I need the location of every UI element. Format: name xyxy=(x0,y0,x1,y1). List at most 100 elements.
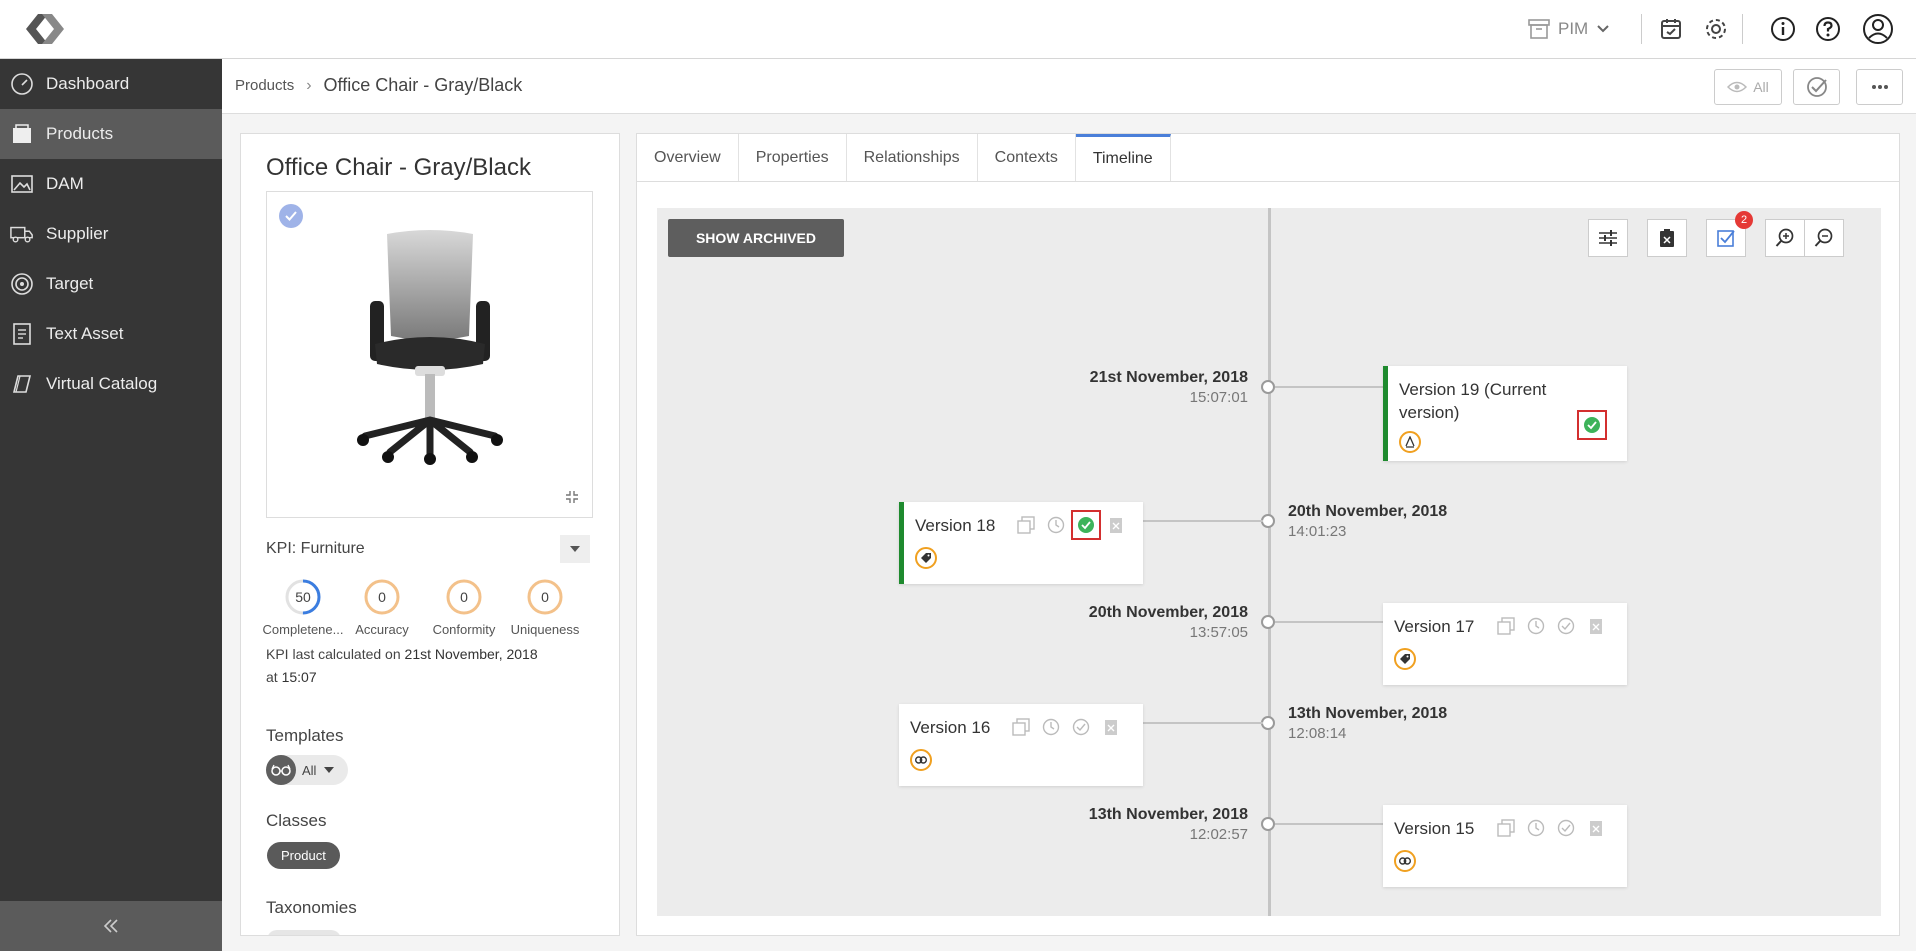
more-options-button[interactable] xyxy=(1856,69,1903,105)
target-icon xyxy=(10,272,34,296)
breadcrumb-products-link[interactable]: Products xyxy=(235,77,294,94)
copy-icon[interactable] xyxy=(1495,615,1517,637)
timeline-node xyxy=(1261,817,1275,831)
restore-clock-icon[interactable] xyxy=(1525,817,1547,839)
filter-button[interactable] xyxy=(1588,219,1628,257)
link-icon xyxy=(1394,850,1416,872)
sidebar-item-products[interactable]: Products xyxy=(0,109,222,159)
sidebar-item-label: DAM xyxy=(46,174,84,193)
approve-check-icon[interactable] xyxy=(1555,615,1577,637)
restore-clock-icon[interactable] xyxy=(1045,514,1067,536)
breadcrumb-current: Office Chair - Gray/Black xyxy=(323,75,523,95)
timeline-node xyxy=(1261,380,1275,394)
copy-icon[interactable] xyxy=(1015,514,1037,536)
view-all-button[interactable]: All xyxy=(1714,69,1782,105)
kpi-value: 0 xyxy=(378,589,386,605)
version-title: Version 19 (Current version) xyxy=(1399,380,1547,422)
version-actions xyxy=(1010,716,1122,738)
approve-button[interactable] xyxy=(1793,69,1840,105)
caret-down-icon xyxy=(324,767,335,773)
tab-contexts[interactable]: Contexts xyxy=(978,134,1076,181)
version-title: Version 17 xyxy=(1394,617,1475,636)
copy-icon[interactable] xyxy=(1010,716,1032,738)
breadcrumb: Products › Office Chair - Gray/Black xyxy=(235,75,522,96)
module-switcher[interactable]: PIM xyxy=(1528,15,1610,43)
timeline-time: 13:57:05 xyxy=(1189,624,1248,641)
version-card[interactable]: Version 19 (Current version) xyxy=(1383,366,1627,461)
approved-check-icon[interactable] xyxy=(1577,410,1607,440)
sidebar-item-text-asset[interactable]: Text Asset xyxy=(0,309,222,359)
divider xyxy=(1641,14,1642,44)
zoom-in-button[interactable] xyxy=(1765,219,1805,257)
version-card[interactable]: Version 17 xyxy=(1383,603,1627,685)
gear-icon[interactable] xyxy=(1701,14,1731,44)
version-title: Version 16 xyxy=(910,718,991,737)
sidebar-item-target[interactable]: Target xyxy=(0,259,222,309)
kpi-value: 0 xyxy=(541,589,549,605)
timeline-date: 20th November, 2018 xyxy=(1088,604,1248,621)
class-chip[interactable]: Product xyxy=(267,842,340,869)
approved-check-icon[interactable] xyxy=(1071,510,1101,540)
sliders-icon xyxy=(1598,229,1618,247)
delete-button[interactable] xyxy=(1647,219,1687,257)
clipboard-x-icon[interactable] xyxy=(1100,716,1122,738)
timeline-canvas[interactable]: SHOW ARCHIVED 2 21st November, 2018 15:0… xyxy=(657,208,1881,916)
taxonomy-chip[interactable] xyxy=(267,930,341,935)
restore-clock-icon[interactable] xyxy=(1525,615,1547,637)
clipboard-x-icon[interactable] xyxy=(1585,615,1607,637)
sidebar: Dashboard Products DAM Supplier Target T… xyxy=(0,59,222,951)
kpi-completeness[interactable]: 50 Completene... xyxy=(261,578,345,637)
product-image[interactable] xyxy=(266,191,593,518)
clipboard-x-icon[interactable] xyxy=(1585,817,1607,839)
check-icon[interactable] xyxy=(279,204,303,228)
kpi-value: 50 xyxy=(295,589,311,605)
app-logo[interactable] xyxy=(22,10,68,48)
kpi-calc-prefix: KPI last calculated on xyxy=(266,646,405,662)
kpi-dropdown-button[interactable] xyxy=(560,535,590,563)
version-card[interactable]: Version 15 xyxy=(1383,805,1627,887)
tab-timeline[interactable]: Timeline xyxy=(1075,134,1171,181)
approvals-button[interactable]: 2 xyxy=(1706,211,1753,257)
timeline-date: 13th November, 2018 xyxy=(1288,705,1448,722)
tag-icon xyxy=(1394,648,1416,670)
version-card[interactable]: Version 16 xyxy=(899,704,1143,786)
version-card[interactable]: Version 18 xyxy=(899,502,1143,584)
copy-icon[interactable] xyxy=(1495,817,1517,839)
sidebar-item-virtual-catalog[interactable]: Virtual Catalog xyxy=(0,359,222,409)
show-archived-button[interactable]: SHOW ARCHIVED xyxy=(668,219,844,257)
sidebar-item-supplier[interactable]: Supplier xyxy=(0,209,222,259)
approve-check-icon[interactable] xyxy=(1070,716,1092,738)
kpi-uniqueness[interactable]: 0 Uniqueness xyxy=(503,578,587,637)
help-icon[interactable] xyxy=(1813,14,1843,44)
collapse-image-icon[interactable] xyxy=(564,489,580,505)
classes-heading: Classes xyxy=(266,811,327,830)
restore-clock-icon[interactable] xyxy=(1040,716,1062,738)
truck-icon xyxy=(10,222,34,246)
kpi-name: Completene... xyxy=(262,622,344,637)
zoom-out-button[interactable] xyxy=(1804,219,1844,257)
sidebar-item-label: Target xyxy=(46,274,94,293)
version-actions xyxy=(1495,615,1607,637)
sidebar-item-dam[interactable]: DAM xyxy=(0,159,222,209)
sidebar-item-dashboard[interactable]: Dashboard xyxy=(0,59,222,109)
templates-value: All xyxy=(302,762,317,778)
kpi-name: Conformity xyxy=(432,622,496,637)
kpi-conformity[interactable]: 0 Conformity xyxy=(422,578,506,637)
checkbox-check-icon xyxy=(1716,228,1736,248)
tab-overview[interactable]: Overview xyxy=(637,134,739,181)
tab-relationships[interactable]: Relationships xyxy=(847,134,978,181)
sidebar-item-label: Text Asset xyxy=(46,324,124,343)
version-actions xyxy=(1495,817,1607,839)
info-icon[interactable] xyxy=(1768,14,1798,44)
archive-box-icon xyxy=(1528,19,1550,39)
approve-check-icon[interactable] xyxy=(1555,817,1577,839)
tab-properties[interactable]: Properties xyxy=(739,134,847,181)
user-icon[interactable] xyxy=(1861,12,1895,46)
calendar-check-icon[interactable] xyxy=(1656,14,1686,44)
breadcrumb-separator: › xyxy=(306,76,312,94)
sidebar-collapse-button[interactable] xyxy=(0,901,222,951)
templates-selector[interactable]: All xyxy=(266,755,348,785)
clipboard-x-icon xyxy=(1659,228,1675,248)
kpi-accuracy[interactable]: 0 Accuracy xyxy=(340,578,424,637)
clipboard-x-icon[interactable] xyxy=(1105,514,1127,536)
